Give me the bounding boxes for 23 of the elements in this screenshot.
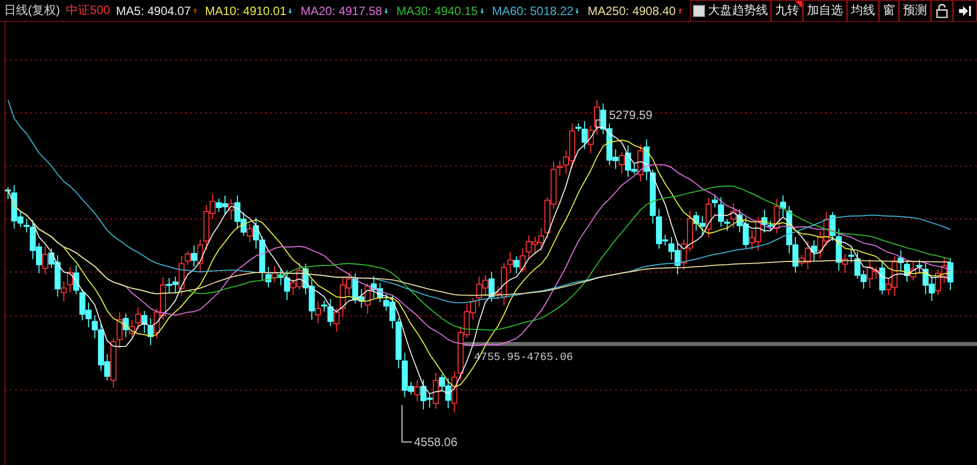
- moving-average-value: MA60: 5018.22: [492, 4, 574, 18]
- toolbar-button[interactable]: 窗: [879, 0, 899, 22]
- jump-to-end-button[interactable]: [953, 0, 977, 22]
- moving-average-value: MA20: 4917.58: [300, 4, 382, 18]
- leader-line: [402, 404, 412, 442]
- leader-line: [596, 120, 606, 128]
- high-price-label: 5279.59: [609, 108, 652, 122]
- moving-average-value: MA30: 4940.15: [396, 4, 478, 18]
- lock-icon: [936, 4, 948, 18]
- checkbox[interactable]: [693, 4, 705, 16]
- toolbar-button[interactable]: 均线: [847, 0, 879, 22]
- moving-average-value: MA10: 4910.01: [205, 4, 286, 18]
- low-price-label: 4558.06: [414, 435, 458, 449]
- toolbar-button[interactable]: 九转: [771, 0, 803, 22]
- lock-button[interactable]: [931, 0, 953, 22]
- arrow-to-end-icon: [958, 4, 972, 16]
- moving-average-value: MA5: 4904.07: [116, 4, 191, 18]
- trend-line-checkbox[interactable]: 大盘趋势线: [690, 0, 771, 22]
- toolbar-button[interactable]: 预测: [899, 0, 931, 22]
- toolbar-button[interactable]: 加自选: [803, 0, 847, 22]
- moving-average-value: MA250: 4908.40: [588, 4, 676, 18]
- index-name: 中证500: [66, 2, 110, 19]
- chart-title: 日线(复权): [4, 2, 60, 19]
